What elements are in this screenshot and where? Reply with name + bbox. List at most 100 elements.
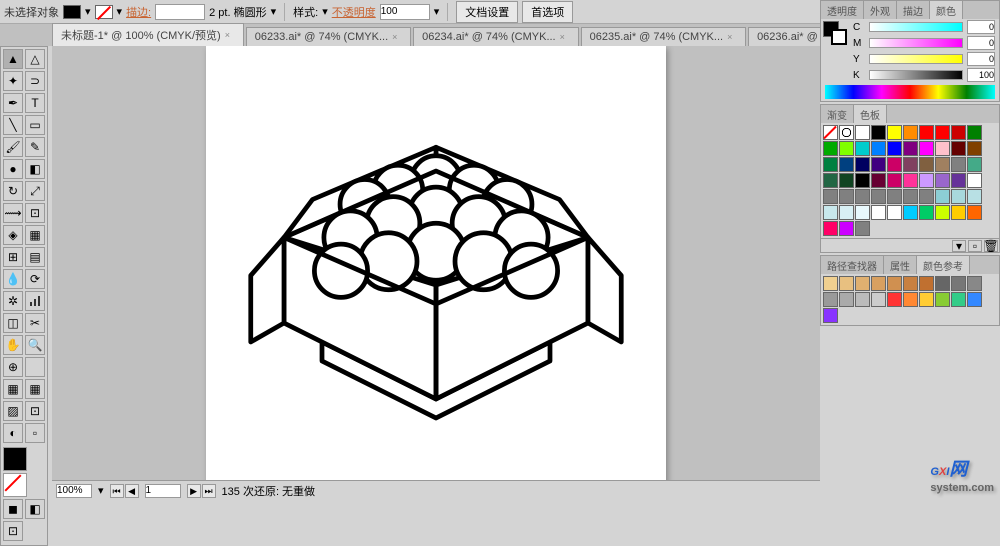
swatch[interactable]: [839, 141, 854, 156]
swatch[interactable]: [967, 125, 982, 140]
swatch[interactable]: [967, 173, 982, 188]
swatch[interactable]: [823, 308, 838, 323]
chevron-down-icon[interactable]: ▾: [98, 484, 104, 497]
swatch[interactable]: [871, 157, 886, 172]
swatch[interactable]: [823, 221, 838, 236]
swatch[interactable]: [935, 292, 950, 307]
prefs-button[interactable]: 首选项: [522, 1, 573, 23]
swatch[interactable]: [903, 173, 918, 188]
tab-color[interactable]: 颜色: [930, 1, 963, 19]
selection-tool[interactable]: ▲: [3, 49, 23, 69]
swatch[interactable]: [855, 157, 870, 172]
lasso-tool[interactable]: ⊃: [25, 71, 45, 91]
swatch[interactable]: [951, 189, 966, 204]
pencil-tool[interactable]: ✎: [25, 137, 45, 157]
swatch[interactable]: [951, 205, 966, 220]
fill-swatch[interactable]: [63, 5, 81, 19]
doc-setup-button[interactable]: 文档设置: [456, 1, 518, 23]
delete-swatch-icon[interactable]: 🗑: [984, 240, 998, 252]
width-tool[interactable]: ⟿: [3, 203, 23, 223]
crosshair-tool[interactable]: ⊕: [3, 357, 23, 377]
fill-color[interactable]: [3, 447, 27, 471]
spectrum-bar[interactable]: [825, 85, 995, 99]
mesh-tool[interactable]: ⊞: [3, 247, 23, 267]
stroke-color[interactable]: [3, 473, 27, 497]
rectangle-tool[interactable]: ▭: [25, 115, 45, 135]
swatch[interactable]: [887, 125, 902, 140]
slice-tool[interactable]: ✂: [25, 313, 45, 333]
swatch[interactable]: [855, 276, 870, 291]
texture-tool[interactable]: ▨: [3, 401, 23, 421]
tab-pathfinder[interactable]: 路径查找器: [821, 256, 884, 274]
symbol-sprayer-tool[interactable]: ✲: [3, 291, 23, 311]
swatch[interactable]: [871, 205, 886, 220]
swatch[interactable]: [887, 189, 902, 204]
swatch[interactable]: [935, 157, 950, 172]
page-input[interactable]: [145, 484, 181, 498]
artboard-tool[interactable]: ◫: [3, 313, 23, 333]
swatch[interactable]: [871, 276, 886, 291]
swatch[interactable]: [855, 173, 870, 188]
stroke-swatch[interactable]: [95, 5, 113, 19]
tab-gradient[interactable]: 渐变: [821, 105, 854, 123]
artboard[interactable]: [206, 46, 666, 480]
swatch[interactable]: [951, 141, 966, 156]
swatch[interactable]: [855, 189, 870, 204]
tab-stroke[interactable]: 描边: [897, 1, 930, 19]
magenta-input[interactable]: [967, 36, 995, 50]
swatch[interactable]: [855, 141, 870, 156]
swatch[interactable]: [839, 276, 854, 291]
last-page-icon[interactable]: ⏭: [202, 484, 216, 498]
shape-builder-tool[interactable]: ◈: [3, 225, 23, 245]
chevron-down-icon[interactable]: ▾: [434, 5, 440, 18]
swatch[interactable]: [855, 221, 870, 236]
swatch-none[interactable]: [823, 125, 838, 140]
new-swatch-icon[interactable]: ▫: [968, 240, 982, 252]
swatch[interactable]: [887, 292, 902, 307]
tab-06234[interactable]: 06234.ai* @ 74% (CMYK...×: [413, 27, 578, 46]
opacity-input[interactable]: [380, 4, 430, 20]
swatch[interactable]: [935, 125, 950, 140]
swatch[interactable]: [823, 189, 838, 204]
swatch[interactable]: [871, 292, 886, 307]
swatch[interactable]: [823, 141, 838, 156]
swatch[interactable]: [903, 276, 918, 291]
grid-icon[interactable]: ▦: [25, 379, 45, 399]
swatch[interactable]: [935, 189, 950, 204]
swatch[interactable]: [935, 276, 950, 291]
swatch[interactable]: [887, 205, 902, 220]
line-tool[interactable]: ╲: [3, 115, 23, 135]
swatch[interactable]: [903, 292, 918, 307]
magic-wand-tool[interactable]: ✦: [3, 71, 23, 91]
swatch[interactable]: [919, 292, 934, 307]
swatch[interactable]: [903, 189, 918, 204]
fill-stroke-indicator[interactable]: [823, 21, 847, 45]
swatch[interactable]: [903, 205, 918, 220]
pen-tool[interactable]: ✒: [3, 93, 23, 113]
blend-tool[interactable]: ⟳: [25, 269, 45, 289]
stroke-link[interactable]: 描边:: [126, 4, 151, 20]
stroke-weight-input[interactable]: [155, 4, 205, 20]
swatch[interactable]: [871, 125, 886, 140]
gradient-mode[interactable]: ◧: [25, 499, 45, 519]
next-page-icon[interactable]: ▶: [187, 484, 201, 498]
swatch[interactable]: [967, 189, 982, 204]
swatch[interactable]: [871, 173, 886, 188]
scale-tool[interactable]: ⤢: [25, 181, 45, 201]
swatch[interactable]: [839, 173, 854, 188]
swatch[interactable]: [887, 157, 902, 172]
free-transform-tool[interactable]: ⊡: [25, 203, 45, 223]
grid-tool[interactable]: ▦: [3, 379, 23, 399]
tab-06235[interactable]: 06235.ai* @ 74% (CMYK...×: [581, 27, 746, 46]
canvas-area[interactable]: [52, 46, 820, 480]
swatch[interactable]: [967, 276, 982, 291]
black-input[interactable]: [967, 68, 995, 82]
magenta-slider[interactable]: [869, 38, 963, 48]
direct-selection-tool[interactable]: △: [25, 49, 45, 69]
swatch[interactable]: [935, 205, 950, 220]
tab-untitled[interactable]: 未标题-1* @ 100% (CMYK/预览)×: [52, 23, 244, 46]
swatch[interactable]: [935, 173, 950, 188]
swatch[interactable]: [823, 157, 838, 172]
swatch[interactable]: [967, 141, 982, 156]
swatch[interactable]: [839, 292, 854, 307]
